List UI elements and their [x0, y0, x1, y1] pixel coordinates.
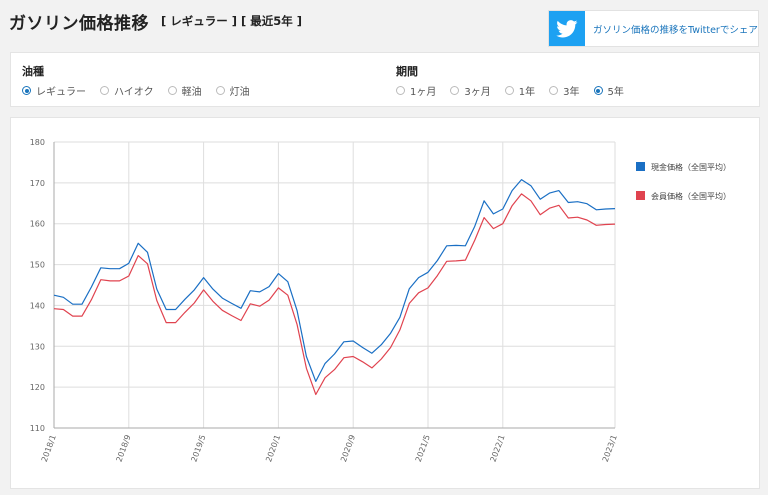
- x-tick-label: 2020/9: [339, 434, 357, 464]
- oil-type-option[interactable]: ハイオク: [100, 83, 154, 98]
- period-option-label: 1ヶ月: [410, 87, 437, 98]
- page-header: ガソリン価格推移 [ レギュラー ] [ 最近5年 ] ガソリン価格の推移をTw…: [0, 0, 768, 50]
- x-tick-label: 2019/5: [189, 434, 207, 464]
- oil-type-option[interactable]: 軽油: [167, 83, 202, 98]
- oil-type-title: 油種: [22, 65, 44, 78]
- price-chart-panel: 110 120 130 140 150 160 170 180 2018/1 2018/9 2019…: [10, 117, 760, 489]
- period-option[interactable]: 5年: [593, 83, 624, 98]
- period-option[interactable]: 3年: [549, 83, 580, 98]
- price-line-chart: 110 120 130 140 150 160 170 180 2018/1 2018/9 2019…: [30, 138, 731, 464]
- x-tick-label: 2018/1: [40, 434, 58, 464]
- twitter-bird-icon: [549, 11, 585, 46]
- oil-type-option-label: 灯油: [229, 87, 250, 98]
- period-radio[interactable]: [504, 86, 514, 95]
- legend-swatch: [636, 162, 645, 171]
- period-radio[interactable]: [593, 86, 603, 95]
- period-title: 期間: [396, 65, 418, 78]
- x-tick-label: 2023/1: [601, 434, 619, 464]
- period-options: 1ヶ月 3ヶ月 1年 3年 5年: [396, 83, 638, 98]
- twitter-share-button[interactable]: ガソリン価格の推移をTwitterでシェア: [548, 10, 759, 47]
- oil-type-option-label: レギュラー: [36, 87, 86, 98]
- y-tick-label: 110: [30, 424, 45, 433]
- period-option-label: 5年: [607, 87, 624, 98]
- share-label: ガソリン価格の推移をTwitterでシェア: [593, 25, 758, 36]
- x-tick-label: 2022/1: [489, 434, 507, 464]
- legend-swatch: [636, 191, 645, 200]
- oil-type-radio[interactable]: [167, 86, 177, 95]
- oil-type-option[interactable]: 灯油: [215, 83, 250, 98]
- oil-type-radio[interactable]: [22, 86, 31, 95]
- period-option-label: 3ヶ月: [464, 87, 491, 98]
- oil-type-option-label: 軽油: [181, 87, 202, 98]
- y-tick-label: 130: [30, 342, 45, 351]
- x-tick-label: 2021/5: [414, 434, 432, 464]
- period-option-label: 3年: [563, 87, 580, 98]
- oil-type-option[interactable]: レギュラー: [22, 83, 86, 98]
- period-radio[interactable]: [549, 86, 559, 95]
- period-option[interactable]: 3ヶ月: [450, 83, 491, 98]
- period-option[interactable]: 1年: [504, 83, 536, 98]
- y-tick-label: 140: [30, 301, 45, 310]
- legend-label: 現金価格（全国平均）: [651, 162, 731, 172]
- y-tick-label: 160: [30, 220, 45, 229]
- legend-label: 会員価格（全国平均）: [651, 191, 731, 201]
- period-option[interactable]: 1ヶ月: [396, 83, 436, 98]
- period-option-label: 1年: [518, 87, 536, 98]
- y-tick-label: 120: [30, 383, 45, 392]
- series-line-1: [53, 178, 616, 382]
- period-radio[interactable]: [450, 86, 460, 95]
- oil-type-radio[interactable]: [215, 86, 225, 95]
- oil-type-option-label: ハイオク: [114, 87, 154, 98]
- page-title: ガソリン価格推移: [9, 14, 149, 34]
- x-tick-label: 2020/1: [264, 434, 282, 464]
- filter-panel: 油種 レギュラー ハイオク 軽油 灯油 期間 1ヶ月 3ヶ月 1年 3年 5年: [10, 52, 760, 107]
- oil-type-options: レギュラー ハイオク 軽油 灯油: [22, 83, 264, 98]
- period-radio[interactable]: [396, 86, 405, 95]
- x-tick-label: 2018/9: [115, 434, 133, 464]
- y-tick-label: 170: [30, 179, 45, 188]
- oil-type-radio[interactable]: [100, 86, 109, 95]
- y-tick-label: 150: [30, 261, 45, 270]
- y-tick-label: 180: [30, 138, 45, 147]
- page-subtitle: [ レギュラー ] [ 最近5年 ]: [161, 14, 303, 28]
